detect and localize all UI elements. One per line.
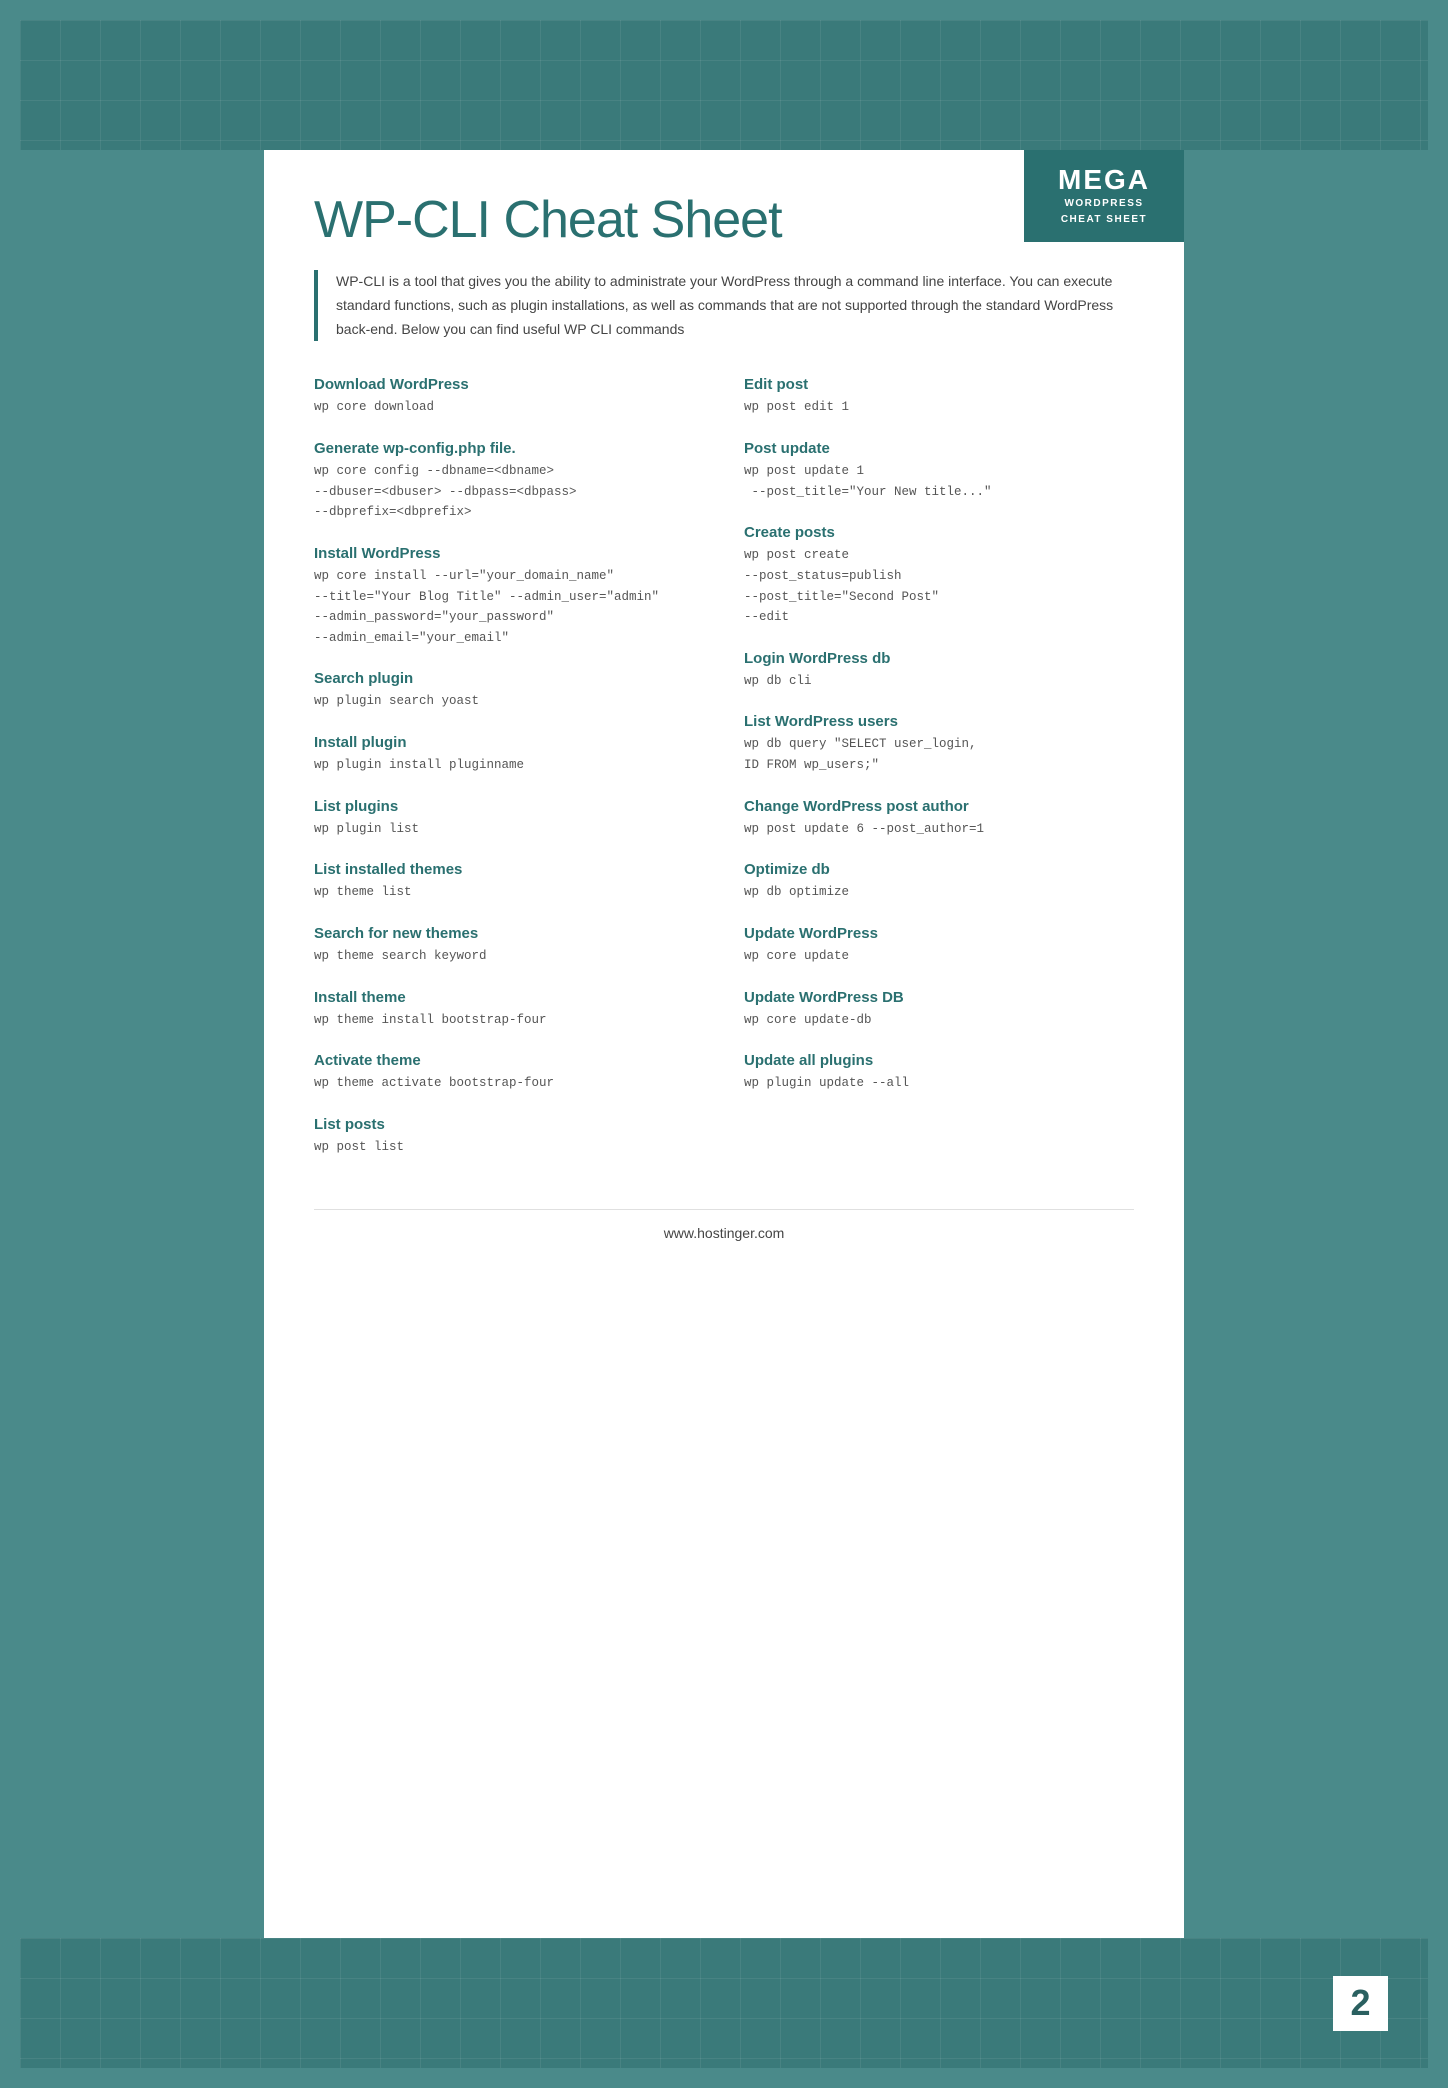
left-section-4: Install plugin wp plugin install pluginna…: [314, 734, 704, 776]
section-code: wp theme install bootstrap-four: [314, 1010, 704, 1031]
main-content: MEGA WORDPRESS CHEAT SHEET WP-CLI Cheat …: [264, 150, 1184, 1938]
left-section-2: Install WordPress wp core install --url="…: [314, 545, 704, 649]
right-section-6: Optimize db wp db optimize: [744, 861, 1134, 903]
two-col-layout: Download WordPress wp core download Genera…: [314, 376, 1134, 1179]
right-section-2: Create posts wp post create --post_status…: [744, 524, 1134, 628]
section-code: wp core update: [744, 946, 1134, 967]
section-title: List WordPress users: [744, 713, 1134, 730]
left-section-8: Install theme wp theme install bootstrap-…: [314, 989, 704, 1031]
section-code: wp theme search keyword: [314, 946, 704, 967]
section-code: wp db optimize: [744, 882, 1134, 903]
section-code: wp db cli: [744, 671, 1134, 692]
intro-text: WP-CLI is a tool that gives you the abil…: [336, 270, 1134, 341]
left-section-10: List posts wp post list: [314, 1116, 704, 1158]
right-section-0: Edit post wp post edit 1: [744, 376, 1134, 418]
right-section-4: List WordPress users wp db query "SELECT …: [744, 713, 1134, 775]
footer: www.hostinger.com: [314, 1209, 1134, 1241]
section-title: Update all plugins: [744, 1052, 1134, 1069]
section-code: wp plugin search yoast: [314, 691, 704, 712]
section-title: List plugins: [314, 798, 704, 815]
page-number: 2: [1333, 1976, 1388, 2031]
section-title: Post update: [744, 440, 1134, 457]
page-title: WP-CLI Cheat Sheet: [314, 190, 1134, 250]
right-section-8: Update WordPress DB wp core update-db: [744, 989, 1134, 1031]
section-title: Update WordPress DB: [744, 989, 1134, 1006]
section-code: wp plugin update --all: [744, 1073, 1134, 1094]
col-left: Download WordPress wp core download Genera…: [314, 376, 704, 1179]
left-section-9: Activate theme wp theme activate bootstra…: [314, 1052, 704, 1094]
section-title: Change WordPress post author: [744, 798, 1134, 815]
section-code: wp post edit 1: [744, 397, 1134, 418]
logo-box: MEGA WORDPRESS CHEAT SHEET: [1024, 150, 1184, 242]
logo-sub-line1: WORDPRESS: [1040, 196, 1168, 212]
outer-wrapper: MEGA WORDPRESS CHEAT SHEET WP-CLI Cheat …: [20, 20, 1428, 2068]
logo-sub-line2: CHEAT SHEET: [1040, 212, 1168, 228]
bg-bottom: 2: [20, 1938, 1428, 2068]
section-code: wp post create --post_status=publish --p…: [744, 545, 1134, 628]
bg-top: [20, 20, 1428, 150]
right-section-7: Update WordPress wp core update: [744, 925, 1134, 967]
section-code: wp plugin list: [314, 819, 704, 840]
section-title: Update WordPress: [744, 925, 1134, 942]
logo-mega: MEGA: [1040, 164, 1168, 196]
section-title: Optimize db: [744, 861, 1134, 878]
section-title: Generate wp-config.php file.: [314, 440, 704, 457]
right-section-1: Post update wp post update 1 --post_title…: [744, 440, 1134, 502]
section-code: wp plugin install pluginname: [314, 755, 704, 776]
intro-block: WP-CLI is a tool that gives you the abil…: [314, 270, 1134, 341]
section-title: Search for new themes: [314, 925, 704, 942]
right-section-5: Change WordPress post author wp post upda…: [744, 798, 1134, 840]
section-title: List posts: [314, 1116, 704, 1133]
footer-url: www.hostinger.com: [664, 1225, 785, 1241]
col-right: Edit post wp post edit 1 Post update wp pos…: [744, 376, 1134, 1179]
section-title: Login WordPress db: [744, 650, 1134, 667]
section-title: Install plugin: [314, 734, 704, 751]
section-code: wp core install --url="your_domain_name"…: [314, 566, 704, 649]
left-section-7: Search for new themes wp theme search key…: [314, 925, 704, 967]
section-title: Install WordPress: [314, 545, 704, 562]
right-section-9: Update all plugins wp plugin update --all: [744, 1052, 1134, 1094]
section-title: Create posts: [744, 524, 1134, 541]
left-section-1: Generate wp-config.php file. wp core conf…: [314, 440, 704, 523]
section-code: wp theme activate bootstrap-four: [314, 1073, 704, 1094]
left-section-0: Download WordPress wp core download: [314, 376, 704, 418]
section-title: Activate theme: [314, 1052, 704, 1069]
section-code: wp post update 1 --post_title="Your New …: [744, 461, 1134, 502]
section-code: wp core config --dbname=<dbname> --dbuse…: [314, 461, 704, 523]
right-section-3: Login WordPress db wp db cli: [744, 650, 1134, 692]
section-code: wp post update 6 --post_author=1: [744, 819, 1134, 840]
section-code: wp theme list: [314, 882, 704, 903]
section-code: wp core update-db: [744, 1010, 1134, 1031]
section-title: List installed themes: [314, 861, 704, 878]
section-code: wp post list: [314, 1137, 704, 1158]
section-title: Install theme: [314, 989, 704, 1006]
left-section-6: List installed themes wp theme list: [314, 861, 704, 903]
section-code: wp db query "SELECT user_login, ID FROM …: [744, 734, 1134, 775]
left-section-3: Search plugin wp plugin search yoast: [314, 670, 704, 712]
section-title: Search plugin: [314, 670, 704, 687]
section-code: wp core download: [314, 397, 704, 418]
left-section-5: List plugins wp plugin list: [314, 798, 704, 840]
section-title: Edit post: [744, 376, 1134, 393]
section-title: Download WordPress: [314, 376, 704, 393]
